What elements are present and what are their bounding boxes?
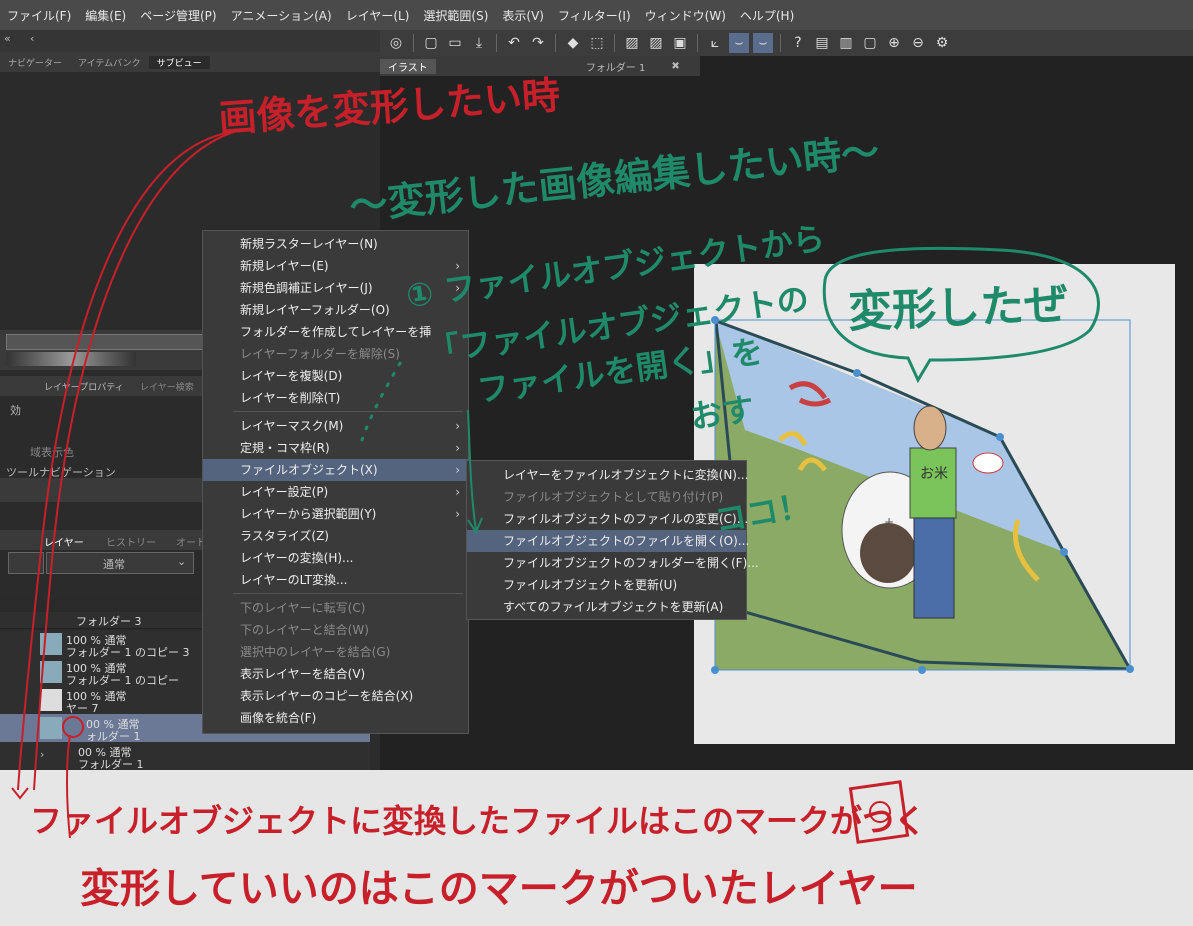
context-menu-item-label: レイヤーを複製(D) bbox=[240, 369, 343, 383]
transform-handle[interactable] bbox=[853, 369, 861, 377]
nori bbox=[860, 523, 916, 583]
context-menu-item[interactable]: 表示レイヤーのコピーを結合(X) bbox=[203, 685, 468, 707]
character-pants bbox=[913, 517, 955, 619]
submenu-item[interactable]: ファイルオブジェクトのフォルダーを開く(F)... bbox=[467, 552, 759, 574]
submenu-item[interactable]: レイヤーをファイルオブジェクトに変換(N)... bbox=[467, 464, 748, 486]
menu-separator bbox=[233, 411, 463, 412]
context-menu-item[interactable]: 定規・コマ枠(R) › bbox=[203, 437, 468, 459]
menu-separator bbox=[233, 593, 463, 594]
context-menu-item-label: レイヤーを削除(T) bbox=[240, 391, 341, 405]
context-menu-item[interactable]: レイヤーの変換(H)... bbox=[203, 547, 468, 569]
context-menu-item: 下のレイヤーに転写(C) bbox=[203, 597, 468, 619]
context-menu-item: 選択中のレイヤーを結合(G) bbox=[203, 641, 468, 663]
submenu-item[interactable]: すべてのファイルオブジェクトを更新(A) bbox=[467, 596, 746, 618]
context-menu-item[interactable]: ファイルオブジェクト(X) › bbox=[203, 459, 468, 481]
chevron-right-icon: › bbox=[455, 485, 460, 499]
context-menu-item[interactable]: レイヤー設定(P) › bbox=[203, 481, 468, 503]
context-menu-item-label: 新規レイヤーフォルダー(O) bbox=[240, 303, 390, 317]
context-menu-item-label: 下のレイヤーと結合(W) bbox=[240, 623, 369, 637]
submenu-item[interactable]: ファイルオブジェクトを更新(U) bbox=[467, 574, 746, 596]
annotation-red-note2: 変形していいのはこのマークがついたレイヤー bbox=[80, 866, 918, 912]
context-menu-item-label: 画像を統合(F) bbox=[240, 711, 317, 725]
context-menu-item[interactable]: レイヤーマスク(M) › bbox=[203, 415, 468, 437]
context-menu-item[interactable]: レイヤーを削除(T) bbox=[203, 387, 468, 409]
context-menu-item[interactable]: 新規ラスターレイヤー(N) bbox=[203, 233, 468, 255]
context-menu-item-label: レイヤーから選択範囲(Y) bbox=[240, 507, 377, 521]
context-menu-item-label: 選択中のレイヤーを結合(G) bbox=[240, 645, 391, 659]
annotation-step4: おす bbox=[687, 389, 757, 437]
transform-handle[interactable] bbox=[1060, 548, 1068, 556]
transform-handle[interactable] bbox=[918, 666, 926, 674]
character-head bbox=[913, 405, 947, 451]
context-menu-item-label: 新規ラスターレイヤー(N) bbox=[240, 237, 378, 251]
transform-handle[interactable] bbox=[996, 433, 1004, 441]
shirt-text: お米 bbox=[920, 466, 948, 482]
context-menu-item-label: 新規色調補正レイヤー(J) bbox=[240, 281, 373, 295]
annotation-red-note1: ファイルオブジェクトに変換したファイルはこのマークがつく bbox=[30, 802, 927, 840]
submenu-item[interactable]: ファイルオブジェクトのファイルを開く(O)... bbox=[467, 530, 749, 552]
submenu-item[interactable]: ファイルオブジェクトのファイルの変更(C)... bbox=[467, 508, 748, 530]
context-menu-item-label: 新規レイヤー(E) bbox=[240, 259, 329, 273]
context-menu-item-label: 表示レイヤーを結合(V) bbox=[240, 667, 366, 681]
context-menu-item-label: フォルダーを作成してレイヤーを挿 bbox=[240, 325, 432, 339]
context-menu-item[interactable]: レイヤーを複製(D) bbox=[203, 365, 468, 387]
context-menu-item: 下のレイヤーと結合(W) bbox=[203, 619, 468, 641]
context-menu-item-label: 表示レイヤーのコピーを結合(X) bbox=[240, 689, 414, 703]
file-object-submenu: レイヤーをファイルオブジェクトに変換(N)... ファイルオブジェクトとして貼り付… bbox=[466, 460, 759, 620]
transform-handle[interactable] bbox=[711, 666, 719, 674]
context-menu-item-label: レイヤーマスク(M) bbox=[240, 419, 344, 433]
character-shirt bbox=[909, 447, 957, 519]
context-menu-item-label: ファイルオブジェクト(X) bbox=[240, 463, 378, 477]
crosshair-icon: + bbox=[884, 515, 894, 529]
transform-handle[interactable] bbox=[1126, 665, 1134, 673]
context-menu-item-label: 定規・コマ枠(R) bbox=[240, 441, 330, 455]
context-menu-item-label: レイヤーの変換(H)... bbox=[240, 551, 354, 565]
context-menu-item-label: レイヤーフォルダーを解除(S) bbox=[240, 347, 400, 361]
decoration-onigiri-small bbox=[972, 452, 1004, 474]
context-menu-item-label: レイヤー設定(P) bbox=[240, 485, 329, 499]
speech-bubble-text: 変形したぜ bbox=[847, 279, 1069, 338]
submenu-item: ファイルオブジェクトとして貼り付け(P) bbox=[503, 490, 724, 504]
context-menu-item[interactable]: 画像を統合(F) bbox=[203, 707, 468, 729]
context-menu-item[interactable]: レイヤーのLT変換... bbox=[203, 569, 468, 591]
context-menu-item-label: ラスタライズ(Z) bbox=[240, 529, 329, 543]
context-menu-item[interactable]: ラスタライズ(Z) bbox=[203, 525, 468, 547]
chevron-right-icon: › bbox=[455, 419, 460, 433]
chevron-right-icon: › bbox=[455, 507, 460, 521]
context-menu-item[interactable]: 表示レイヤーを結合(V) bbox=[203, 663, 468, 685]
context-menu-item[interactable]: レイヤーから選択範囲(Y) › bbox=[203, 503, 468, 525]
chevron-right-icon: › bbox=[455, 441, 460, 455]
chevron-right-icon: › bbox=[455, 463, 460, 477]
context-menu-item-label: レイヤーのLT変換... bbox=[240, 573, 348, 587]
context-menu-item-label: 下のレイヤーに転写(C) bbox=[240, 601, 366, 615]
